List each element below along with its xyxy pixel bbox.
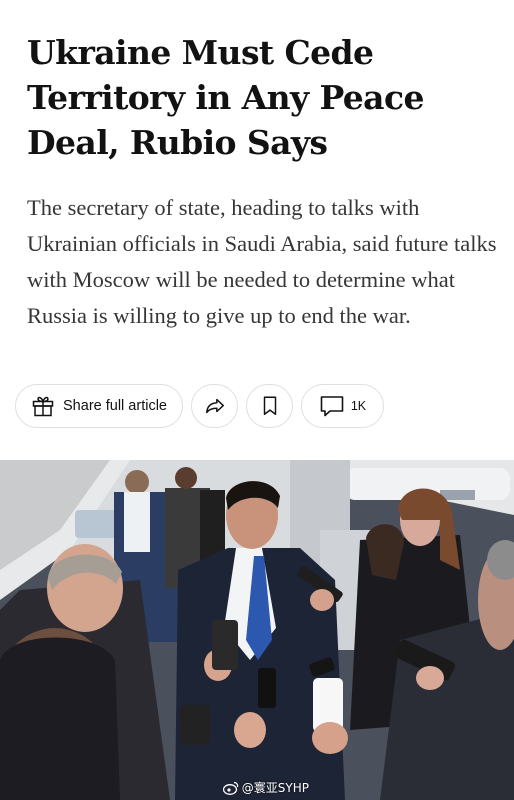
- article-toolbar: Share full article 1K: [15, 384, 505, 430]
- share-arrow-icon: [204, 395, 226, 417]
- article-headline: Ukraine Must Cede Territory in Any Peace…: [27, 33, 424, 162]
- gift-icon: [31, 394, 55, 418]
- bookmark-icon: [260, 395, 280, 417]
- comments-button[interactable]: 1K: [301, 384, 384, 428]
- article-view: Ukraine Must Cede Territory in Any Peace…: [0, 0, 514, 800]
- share-button-label: Share full article: [63, 398, 167, 414]
- share-arrow-button[interactable]: [191, 384, 238, 428]
- share-full-article-button[interactable]: Share full article: [15, 384, 183, 428]
- comments-count: 1K: [350, 399, 367, 413]
- article-summary: The secretary of state, heading to talks…: [27, 195, 497, 328]
- save-bookmark-button[interactable]: [246, 384, 293, 428]
- article-photo: @寰亚SYHP: [0, 460, 514, 800]
- weibo-icon: [222, 781, 239, 795]
- comment-icon: [319, 394, 345, 418]
- watermark-text: @寰亚SYHP: [241, 781, 309, 795]
- photo-watermark: @寰亚SYHP: [222, 779, 309, 796]
